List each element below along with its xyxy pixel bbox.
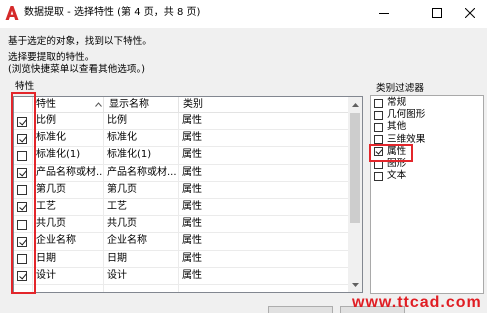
category-label: 其他 xyxy=(387,121,407,133)
table-row[interactable]: 第几页 第几页 属性 xyxy=(14,181,348,199)
table-body: 比例 比例 属性 标准化 标准化 属性 标准化(1) 标准化(1) 属性 产品名… xyxy=(14,113,348,292)
close-icon xyxy=(465,8,475,18)
property-name-cell[interactable]: 第几页 xyxy=(33,181,104,198)
category-cell[interactable]: 属性 xyxy=(179,199,348,215)
table-row-partial[interactable] xyxy=(14,284,348,292)
property-name-cell[interactable]: 标准化(1) xyxy=(33,147,104,164)
display-name-cell[interactable]: 产品名称或材... xyxy=(104,164,179,181)
scroll-up-icon xyxy=(351,102,359,107)
category-item-geometry[interactable]: 几何图形 xyxy=(371,109,483,121)
table-row[interactable]: 企业名称 企业名称 属性 xyxy=(14,233,348,251)
category-cell[interactable]: 属性 xyxy=(179,113,348,129)
category-cell[interactable]: 属性 xyxy=(179,182,348,198)
maximize-icon xyxy=(432,8,442,18)
category-checkbox[interactable] xyxy=(374,98,383,108)
highlight-box-attribute-filter xyxy=(369,144,413,162)
header-property[interactable]: 特性 xyxy=(33,97,104,112)
category-cell[interactable] xyxy=(179,285,348,292)
property-name-cell[interactable]: 产品名称或材... xyxy=(33,164,104,181)
property-name-cell[interactable]: 设计 xyxy=(33,267,104,284)
category-cell[interactable]: 属性 xyxy=(179,251,348,267)
minimize-icon xyxy=(379,8,389,18)
display-name-cell[interactable]: 比例 xyxy=(104,113,179,130)
display-name-cell[interactable]: 企业名称 xyxy=(104,233,179,250)
table-row[interactable]: 产品名称或材... 产品名称或材... 属性 xyxy=(14,164,348,182)
close-button[interactable] xyxy=(454,1,486,25)
category-item-text[interactable]: 文本 xyxy=(371,170,483,182)
select-properties-text: 选择要提取的特性。 xyxy=(8,52,95,63)
category-cell[interactable]: 属性 xyxy=(179,268,348,284)
display-name-cell[interactable]: 日期 xyxy=(104,250,179,267)
display-name-cell[interactable]: 第几页 xyxy=(104,181,179,198)
context-menu-hint-text: (浏览快捷菜单以查看其他选项。) xyxy=(8,64,145,75)
category-checkbox[interactable] xyxy=(374,122,383,132)
category-filter-list[interactable]: 常规 几何图形 其他 三维效果 属性 图形 文本 xyxy=(370,95,484,294)
table-row[interactable]: 共几页 共几页 属性 xyxy=(14,216,348,234)
category-cell[interactable]: 属性 xyxy=(179,216,348,232)
table-vertical-scrollbar[interactable] xyxy=(348,97,362,292)
scroll-thumb[interactable] xyxy=(350,113,360,223)
category-item-misc[interactable]: 其他 xyxy=(371,121,483,133)
header-category[interactable]: 类别 xyxy=(179,97,348,112)
property-name-cell[interactable]: 日期 xyxy=(33,250,104,267)
display-name-cell[interactable]: 工艺 xyxy=(104,198,179,216)
property-name-cell[interactable]: 共几页 xyxy=(33,216,104,233)
display-name-cell[interactable] xyxy=(104,284,179,292)
category-label: 几何图形 xyxy=(387,109,426,121)
table-row[interactable]: 工艺 工艺 属性 xyxy=(14,198,348,217)
category-item-general[interactable]: 常规 xyxy=(371,97,483,109)
category-cell[interactable]: 属性 xyxy=(179,233,348,249)
display-name-cell[interactable]: 标准化 xyxy=(104,130,179,147)
display-name-cell[interactable]: 标准化(1) xyxy=(104,147,179,164)
property-name-cell[interactable] xyxy=(33,284,104,292)
window-title: 数据提取 - 选择特性 (第 4 页，共 8 页) xyxy=(24,7,201,18)
table-header: 特性 显示名称 类别 xyxy=(14,97,348,113)
header-display-name[interactable]: 显示名称 xyxy=(104,97,179,112)
watermark-text: www.ttcad.com xyxy=(352,294,482,311)
display-name-cell[interactable]: 设计 xyxy=(104,267,179,284)
back-button[interactable] xyxy=(268,306,333,313)
autocad-logo-icon[interactable] xyxy=(4,5,20,21)
minimize-button[interactable] xyxy=(368,1,400,25)
scroll-down-icon xyxy=(351,282,359,287)
scroll-down-button[interactable] xyxy=(348,277,362,292)
property-name-cell[interactable]: 标准化 xyxy=(33,130,104,147)
property-name-cell[interactable]: 工艺 xyxy=(33,198,104,216)
highlight-box-checkbox-column xyxy=(11,92,36,294)
table-row[interactable]: 日期 日期 属性 xyxy=(14,250,348,268)
maximize-button[interactable] xyxy=(421,1,453,25)
category-label: 三维效果 xyxy=(387,133,426,145)
category-checkbox[interactable] xyxy=(374,110,383,120)
display-name-cell[interactable]: 共几页 xyxy=(104,216,179,233)
category-cell[interactable]: 属性 xyxy=(179,165,348,181)
category-label: 文本 xyxy=(387,170,407,182)
table-row[interactable]: 比例 比例 属性 xyxy=(14,113,348,131)
sort-ascending-icon xyxy=(95,102,102,107)
category-label: 常规 xyxy=(387,97,407,108)
found-properties-text: 基于选定的对象，找到以下特性。 xyxy=(8,36,152,47)
scroll-up-button[interactable] xyxy=(348,97,362,112)
category-cell[interactable]: 属性 xyxy=(179,147,348,163)
property-name-cell[interactable]: 企业名称 xyxy=(33,233,104,250)
table-row[interactable]: 标准化 标准化 属性 xyxy=(14,130,348,148)
table-row[interactable]: 标准化(1) 标准化(1) 属性 xyxy=(14,147,348,165)
category-checkbox[interactable] xyxy=(374,171,383,181)
category-checkbox[interactable] xyxy=(374,135,383,145)
category-cell[interactable]: 属性 xyxy=(179,130,348,146)
table-row[interactable]: 设计 设计 属性 xyxy=(14,267,348,285)
header-property-label: 特性 xyxy=(36,99,56,110)
title-bar[interactable]: 数据提取 - 选择特性 (第 4 页，共 8 页) xyxy=(0,0,487,28)
properties-table[interactable]: 特性 显示名称 类别 比例 比例 属性 标准化 标准化 属性 标准化(1) 标准… xyxy=(13,96,363,293)
property-name-cell[interactable]: 比例 xyxy=(33,113,104,130)
category-filter-label: 类别过滤器 xyxy=(376,83,424,94)
